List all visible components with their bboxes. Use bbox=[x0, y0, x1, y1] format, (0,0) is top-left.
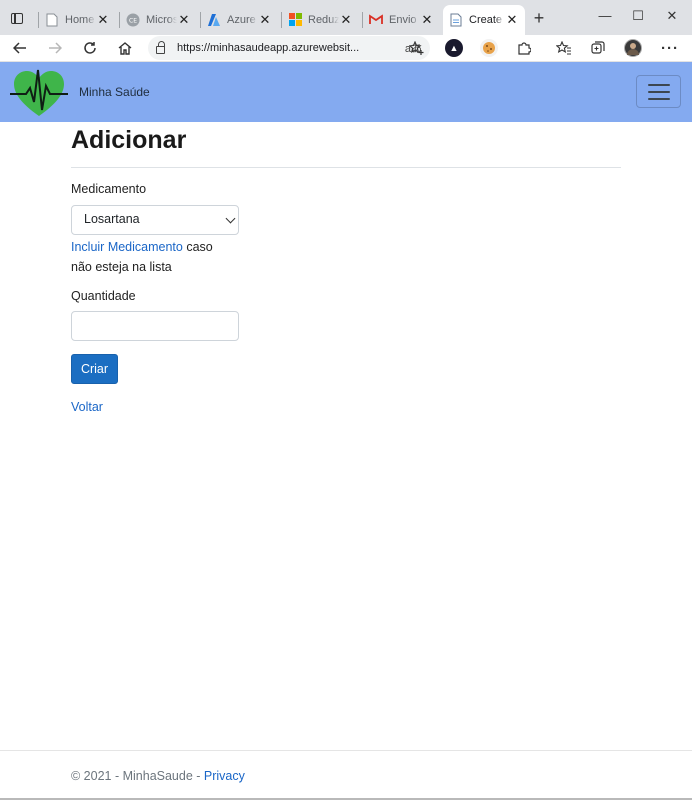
forward-icon bbox=[49, 42, 62, 54]
hamburger-line bbox=[647, 97, 670, 100]
voltar-link[interactable]: Voltar bbox=[71, 400, 103, 414]
extension-cookie-icon[interactable] bbox=[480, 39, 498, 57]
page-icon bbox=[449, 13, 463, 27]
refresh-icon bbox=[84, 42, 96, 54]
tab-separator bbox=[200, 12, 201, 28]
footer: © 2021 - MinhaSaude - Privacy bbox=[0, 750, 692, 798]
close-tab-icon[interactable]: ✕ bbox=[339, 12, 353, 28]
tab-actions-icon bbox=[11, 12, 23, 24]
title-divider bbox=[71, 167, 621, 168]
collections-button[interactable] bbox=[586, 37, 610, 59]
browser-toolbar: https://minhasaudeapp.azurewebsit... aあ … bbox=[0, 35, 692, 62]
ce-icon: CE bbox=[126, 13, 140, 27]
tab-title: Microsoft bbox=[146, 13, 177, 26]
tab-title: Home bbox=[65, 13, 95, 26]
favorite-add-icon bbox=[408, 41, 423, 55]
browser-tab-strip: Home ✕ CE Microsoft ✕ Azure ✕ Reduza ✕ E… bbox=[0, 0, 692, 35]
footer-text: © 2021 - MinhaSaude - Privacy bbox=[71, 769, 245, 783]
more-button[interactable]: ··· bbox=[658, 37, 682, 59]
heart-pulse-logo-icon[interactable] bbox=[10, 66, 68, 118]
medicamento-label: Medicamento bbox=[71, 182, 147, 196]
brand-name[interactable]: Minha Saúde bbox=[79, 85, 150, 99]
main-content: Adicionar Medicamento Losartana Incluir … bbox=[71, 122, 621, 414]
extension-icon bbox=[518, 42, 531, 55]
close-tab-icon[interactable]: ✕ bbox=[177, 12, 191, 28]
medicamento-select[interactable]: Losartana bbox=[71, 205, 239, 235]
favorites-icon bbox=[555, 41, 571, 55]
tab-separator bbox=[38, 12, 39, 28]
medicamento-helper-text: Incluir Medicamento caso não esteja na l… bbox=[71, 237, 231, 277]
forward-button[interactable] bbox=[43, 37, 67, 59]
home-button[interactable] bbox=[113, 37, 137, 59]
tab-separator bbox=[362, 12, 363, 28]
close-tab-icon[interactable]: ✕ bbox=[420, 12, 434, 28]
tab-title: Azure bbox=[227, 13, 256, 26]
azure-icon bbox=[207, 13, 221, 27]
app-navbar: Minha Saúde bbox=[0, 62, 692, 122]
lock-icon[interactable] bbox=[156, 41, 165, 54]
hamburger-line bbox=[647, 83, 670, 86]
extensions-button[interactable] bbox=[512, 37, 536, 59]
tab-separator bbox=[281, 12, 282, 28]
favorites-button[interactable] bbox=[551, 37, 575, 59]
tab-gmail[interactable]: Envio p ✕ bbox=[362, 6, 440, 33]
criar-button[interactable]: Criar bbox=[71, 354, 118, 384]
close-tab-icon[interactable]: ✕ bbox=[96, 12, 110, 28]
incluir-medicamento-link[interactable]: Incluir Medicamento bbox=[71, 240, 183, 254]
address-bar[interactable]: https://minhasaudeapp.azurewebsit... aあ bbox=[148, 36, 430, 60]
chevron-down-icon bbox=[225, 213, 236, 224]
quantidade-label: Quantidade bbox=[71, 289, 136, 303]
close-tab-icon[interactable]: ✕ bbox=[258, 12, 272, 28]
tab-actions-button[interactable] bbox=[4, 6, 30, 30]
back-button[interactable] bbox=[8, 37, 32, 59]
page-title: Adicionar bbox=[71, 126, 187, 154]
navbar-toggler-button[interactable] bbox=[636, 75, 681, 108]
page-icon bbox=[45, 13, 59, 27]
tab-title: Envio p bbox=[389, 13, 420, 26]
quantidade-input[interactable] bbox=[71, 311, 239, 341]
profile-icon[interactable] bbox=[624, 39, 642, 57]
medicamento-selected-value: Losartana bbox=[84, 212, 140, 226]
close-tab-icon[interactable]: ✕ bbox=[505, 12, 519, 28]
microsoft-logo-icon bbox=[288, 13, 302, 27]
tab-separator bbox=[119, 12, 120, 28]
tab-reduza[interactable]: Reduza ✕ bbox=[281, 6, 359, 33]
close-window-button[interactable]: ✕ bbox=[652, 6, 692, 28]
tab-title: Reduza bbox=[308, 13, 339, 26]
collections-icon bbox=[591, 41, 605, 54]
tab-azure[interactable]: Azure ✕ bbox=[200, 6, 278, 33]
tab-microsoft[interactable]: CE Microsoft ✕ bbox=[119, 6, 197, 33]
hamburger-line bbox=[647, 90, 670, 93]
tab-home[interactable]: Home ✕ bbox=[38, 6, 116, 33]
url-text: https://minhasaudeapp.azurewebsit... bbox=[177, 42, 360, 54]
privacy-link[interactable]: Privacy bbox=[204, 769, 245, 783]
copyright-text: © 2021 - MinhaSaude - bbox=[71, 769, 204, 783]
gmail-icon bbox=[369, 13, 383, 27]
home-icon bbox=[118, 41, 132, 55]
tab-create[interactable]: Create ✕ bbox=[443, 5, 525, 35]
favorite-add-button[interactable] bbox=[404, 37, 428, 59]
back-icon bbox=[13, 42, 26, 54]
tab-title: Create bbox=[469, 14, 503, 26]
new-tab-button[interactable]: + bbox=[528, 8, 550, 30]
refresh-button[interactable] bbox=[78, 37, 102, 59]
svg-text:CE: CE bbox=[129, 17, 137, 24]
extension-a-icon[interactable]: ▲ bbox=[445, 39, 463, 57]
